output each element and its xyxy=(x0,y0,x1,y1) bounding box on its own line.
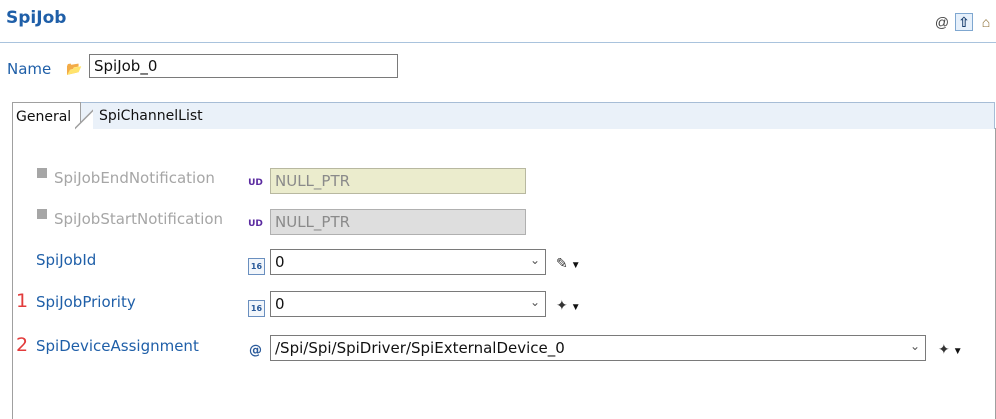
folder-icon: 📂 xyxy=(66,61,83,76)
up-arrow-icon[interactable]: ⇧ xyxy=(955,13,973,31)
device-assignment-label: SpiDeviceAssignment xyxy=(36,337,199,355)
name-input[interactable] xyxy=(89,54,398,78)
job-priority-value: 0 xyxy=(275,295,285,313)
device-assignment-combobox[interactable]: /Spi/Spi/SpiDriver/SpiExternalDevice_0 ⌄ xyxy=(270,335,926,361)
job-priority-label: SpiJobPriority xyxy=(36,293,136,311)
end-notification-checkbox[interactable] xyxy=(37,168,47,178)
marker-1: 1 xyxy=(16,290,29,312)
header-toolbar: @ ⇧ ⌂ xyxy=(934,13,994,31)
integer-type-icon: 16 xyxy=(248,258,265,275)
start-notification-label: SpiJobStartNotification xyxy=(54,210,224,228)
reference-at-icon: @ xyxy=(249,343,262,358)
end-notification-label: SpiJobEndNotification xyxy=(54,169,215,187)
device-assignment-value: /Spi/Spi/SpiDriver/SpiExternalDevice_0 xyxy=(275,339,565,357)
dropdown-arrow-icon[interactable]: ▼ xyxy=(571,302,581,313)
job-id-value: 0 xyxy=(275,253,285,271)
home-icon[interactable]: ⌂ xyxy=(978,14,994,30)
chevron-down-icon[interactable]: ⌄ xyxy=(910,339,920,353)
marker-2: 2 xyxy=(16,334,29,356)
job-id-combobox[interactable]: 0 ⌄ xyxy=(270,249,546,275)
function-type-icon: UD xyxy=(248,219,263,229)
page-title: SpiJob xyxy=(6,8,67,28)
tab-spichannellist[interactable]: SpiChannelList xyxy=(95,103,207,129)
dropdown-arrow-icon[interactable]: ▼ xyxy=(571,260,581,271)
function-type-icon: UD xyxy=(248,178,263,188)
end-notification-field: NULL_PTR xyxy=(270,168,526,194)
dropdown-arrow-icon[interactable]: ▼ xyxy=(953,346,963,357)
at-icon[interactable]: @ xyxy=(934,14,950,30)
start-notification-field: NULL_PTR xyxy=(270,209,526,235)
wand-tool-icon[interactable]: ✦ ▼ xyxy=(556,297,581,314)
wand-tool-icon[interactable]: ✦ ▼ xyxy=(938,341,963,358)
title-divider xyxy=(0,42,996,43)
job-priority-combobox[interactable]: 0 ⌄ xyxy=(270,291,546,317)
chevron-down-icon[interactable]: ⌄ xyxy=(530,253,540,267)
tab-general[interactable]: General xyxy=(12,102,93,131)
edit-tool-icon[interactable]: ✎ ▼ xyxy=(556,255,581,272)
name-label: Name xyxy=(7,60,52,78)
start-notification-checkbox[interactable] xyxy=(37,209,47,219)
integer-type-icon: 16 xyxy=(248,300,265,317)
tab-bar: General SpiChannelList xyxy=(12,102,995,131)
chevron-down-icon[interactable]: ⌄ xyxy=(530,295,540,309)
job-id-label: SpiJobId xyxy=(36,251,97,269)
